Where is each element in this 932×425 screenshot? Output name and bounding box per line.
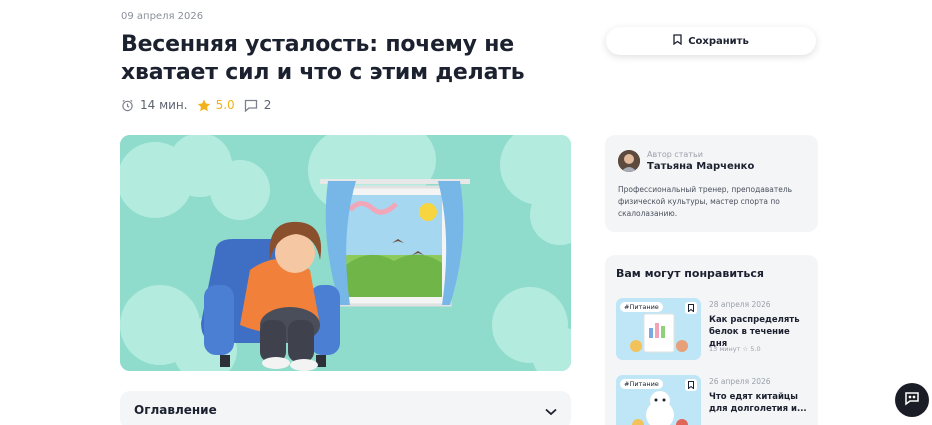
author-name[interactable]: Татьяна Марченко <box>647 161 754 172</box>
author-avatar[interactable] <box>618 150 640 172</box>
recommendation-card[interactable]: #Питание 28 апреля 2026 Как распределять… <box>616 298 811 360</box>
read-time: 14 мин. <box>121 98 188 112</box>
read-time-label: 14 мин. <box>140 98 188 112</box>
recommendations-heading: Вам могут понравиться <box>616 267 764 280</box>
recommendation-title[interactable]: Что едят китайцы для долголетия и... <box>709 391 809 415</box>
alarm-clock-icon <box>121 99 134 112</box>
star-icon <box>197 99 211 112</box>
rating-value: 5.0 <box>215 98 235 112</box>
article-title: Весенняя усталость: почему не хватает си… <box>121 32 525 85</box>
chevron-down-icon <box>545 401 557 420</box>
recommendation-thumbnail: #Питание <box>616 298 701 360</box>
article-date: 09 апреля 2026 <box>121 11 204 22</box>
article-meta: 14 мин. 5.0 2 <box>121 96 280 114</box>
recommendation-tag[interactable]: #Питание <box>620 379 663 389</box>
recommendation-thumbnail: #Питание <box>616 375 701 425</box>
hero-illustration <box>120 135 571 371</box>
author-card: Автор статьи Татьяна Марченко Профессион… <box>605 135 818 232</box>
chat-icon <box>904 391 920 410</box>
bookmark-icon[interactable] <box>685 379 697 391</box>
chat-button[interactable] <box>895 383 929 417</box>
recommendation-date: 26 апреля 2026 <box>709 377 771 386</box>
recommendations: Вам могут понравиться #Питание 28 апреля… <box>605 255 818 425</box>
save-button[interactable]: Сохранить <box>606 27 816 55</box>
comment-icon <box>244 99 258 112</box>
save-button-label: Сохранить <box>688 35 749 47</box>
table-of-contents[interactable]: Оглавление <box>120 391 571 425</box>
toc-label: Оглавление <box>134 403 217 417</box>
recommendation-card[interactable]: #Питание 26 апреля 2026 Что едят китайцы… <box>616 375 811 425</box>
rating: 5.0 <box>197 98 235 112</box>
author-caption: Автор статьи <box>647 150 703 159</box>
bookmark-icon <box>673 34 688 48</box>
recommendation-meta: 13 минут ☆ 5.0 <box>709 345 761 353</box>
recommendation-tag[interactable]: #Питание <box>620 302 663 312</box>
author-bio: Профессиональный тренер, преподаватель ф… <box>618 185 793 218</box>
comments-count[interactable]: 2 <box>244 98 272 112</box>
recommendation-date: 28 апреля 2026 <box>709 300 771 309</box>
comments-count-label: 2 <box>263 98 272 112</box>
bookmark-icon[interactable] <box>685 302 697 314</box>
